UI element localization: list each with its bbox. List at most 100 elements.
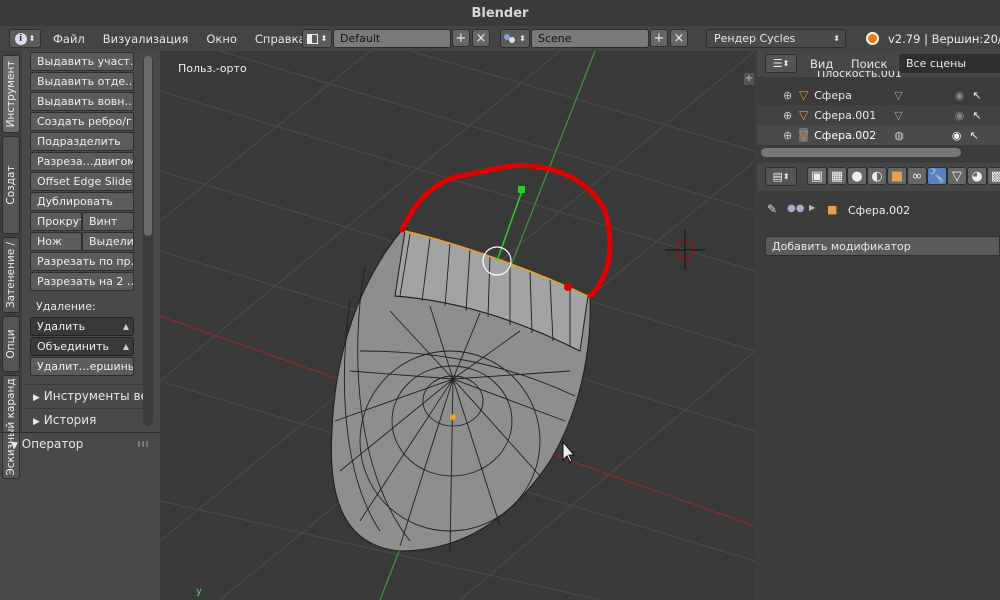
menu-window[interactable]: Окно (197, 32, 246, 46)
remove-layout-icon[interactable]: × (472, 29, 490, 47)
breadcrumb-arrow-icon: ▶ (809, 203, 816, 212)
render-tab-icon[interactable]: ▣ (807, 167, 827, 185)
drag-handle-icon[interactable] (138, 441, 150, 447)
menu-render[interactable]: Визуализация (94, 32, 198, 46)
scene-browse-button[interactable]: ⬍ (500, 29, 530, 48)
data-tab-icon[interactable]: ▽ (947, 167, 967, 185)
y-transform-axis[interactable] (496, 190, 523, 262)
blender-logo-icon (866, 32, 879, 45)
scene-name-field[interactable]: Scene (531, 29, 649, 48)
mesh-object-icon: ▽ (799, 108, 809, 122)
menu-file[interactable]: Файл (44, 32, 94, 46)
extrude-individual-button[interactable]: Выдавить отде… (30, 72, 134, 91)
expand-icon[interactable]: ⊕ (783, 109, 795, 122)
updown-icon: ⬍ (519, 34, 526, 43)
texture-tab-icon[interactable]: ▩ (987, 167, 1000, 185)
layout-browse-button[interactable]: ⬍ (302, 29, 332, 48)
tab-options[interactable]: Опци (2, 316, 20, 372)
outliner: ☰ ⬍ Вид Поиск Все сцены Плоскость.001 ⊕ ▽… (757, 51, 1000, 161)
version-info: v2.79 | Вершин:20/23 (888, 32, 1000, 46)
make-edge-face-button[interactable]: Создать ребро/г… (30, 112, 134, 131)
inset-faces-button[interactable]: Выдавить вовн… (30, 92, 134, 111)
panel-operator[interactable]: ▼ Оператор (11, 437, 83, 451)
offset-edge-slide-button[interactable]: Offset Edge Slide (30, 172, 134, 191)
outliner-menu-search[interactable]: Поиск (842, 57, 896, 71)
triangle-right-icon: ▶ (33, 417, 40, 427)
properties-icon: ▤ (772, 170, 783, 183)
outliner-row-active[interactable]: ⊕ ▽ Сфера.002 ◍ ◉ ↖ (757, 125, 1000, 145)
outliner-hscrollbar[interactable] (761, 148, 961, 157)
mesh-data-icon: ◍ (894, 128, 904, 142)
editor-type-button[interactable]: i ⬍ (9, 29, 41, 48)
updown-icon: ▲ (122, 322, 129, 331)
3d-cursor-icon[interactable] (665, 230, 705, 270)
material-tab-icon[interactable]: ◕ (967, 167, 987, 185)
constraints-tab-icon[interactable]: ∞ (907, 167, 927, 185)
bisect-button[interactable]: Разрезать по пр… (30, 252, 134, 271)
world-tab-icon[interactable]: ◐ (867, 167, 887, 185)
knife-button[interactable]: Нож (30, 232, 82, 251)
outliner-row[interactable]: Плоскость.001 (757, 71, 1000, 83)
tab-grease-pencil[interactable]: Эскизный каранд (2, 375, 20, 479)
delete-select[interactable]: Удалить ▲ (30, 317, 134, 336)
viewport-canvas[interactable] (160, 51, 755, 600)
axis-y-label: y (196, 586, 202, 597)
divider (24, 408, 142, 409)
outliner-icon: ☰ (772, 57, 783, 70)
y-transform-handle[interactable] (518, 186, 525, 193)
scrollbar-thumb[interactable] (144, 56, 152, 236)
tab-shading[interactable]: Затенение / (2, 237, 20, 313)
tool-shelf-scrollbar[interactable] (143, 56, 153, 426)
expand-icon[interactable]: ⊕ (783, 89, 795, 102)
outliner-item-label: Сфера (814, 88, 852, 102)
active-vertex[interactable] (564, 283, 572, 291)
screw-button[interactable]: Винт (82, 212, 134, 231)
scene-tab-icon[interactable]: ● (847, 167, 867, 185)
tab-tools[interactable]: Инструмент (2, 55, 20, 133)
divider (0, 432, 160, 433)
split-button[interactable]: Разрезать на 2 … (30, 272, 134, 291)
expand-icon[interactable]: ⊕ (783, 129, 795, 142)
tab-create[interactable]: Создат (2, 136, 20, 234)
visibility-icon[interactable]: ◉ (952, 129, 962, 142)
outliner-row[interactable]: ⊕ ▽ Сфера ▽ ◉ ↖ (757, 85, 1000, 105)
visibility-icon[interactable]: ◉ (955, 89, 965, 102)
panel-mesh-tools[interactable]: ▶ Инструменты ве (33, 389, 148, 403)
selectable-icon[interactable]: ↖ (969, 129, 978, 142)
duplicate-button[interactable]: Дублировать (30, 192, 134, 211)
layout-name-field[interactable]: Default (333, 29, 451, 48)
pin-icon[interactable]: ✎ (767, 202, 777, 216)
screen-layout-icon (306, 33, 318, 44)
outliner-row[interactable]: ⊕ ▽ Сфера.001 ▽ ◉ ↖ (757, 105, 1000, 125)
add-layout-icon[interactable]: + (452, 29, 470, 47)
render-layers-tab-icon[interactable]: ▦ (827, 167, 847, 185)
properties-editor: ▤ ⬍ ▣ ▦ ● ◐ ■ ∞ 🔧 ▽ ◕ ▩ ✎ ●● ▶ ■ Сфера.00… (757, 163, 1000, 600)
window-title: Blender (471, 5, 529, 21)
outliner-menu-view[interactable]: Вид (801, 57, 842, 71)
merge-select[interactable]: Объединить ▲ (30, 337, 134, 356)
loop-cut-slide-button[interactable]: Разреза…двигом (30, 152, 134, 171)
properties-editor-type-button[interactable]: ▤ ⬍ (765, 167, 797, 186)
dissolve-vertices-button[interactable]: Удалит…ершины (30, 357, 134, 376)
select-button[interactable]: Выдели (82, 232, 134, 251)
spin-button[interactable]: Прокрут (30, 212, 82, 231)
add-scene-icon[interactable]: + (650, 29, 668, 47)
mesh-object[interactable] (330, 229, 591, 552)
selectable-icon[interactable]: ↖ (972, 109, 981, 122)
modifiers-tab-icon[interactable]: 🔧 (927, 167, 947, 185)
add-modifier-button[interactable]: Добавить модификатор (765, 236, 1000, 256)
extrude-region-button[interactable]: Выдавить участ… (30, 52, 134, 71)
toggle-properties-icon[interactable]: + (744, 73, 754, 85)
object-tab-icon[interactable]: ■ (887, 167, 907, 185)
3d-viewport[interactable]: Польз.-орто y + (160, 51, 755, 600)
scene-icon (504, 33, 516, 44)
scene-icon: ●● (787, 203, 805, 214)
subdivide-button[interactable]: Подразделить (30, 132, 134, 151)
remove-scene-icon[interactable]: × (670, 29, 688, 47)
mesh-data-icon: ▽ (894, 108, 903, 122)
visibility-icon[interactable]: ◉ (955, 109, 965, 122)
selectable-icon[interactable]: ↖ (972, 89, 981, 102)
updown-icon: ⬍ (28, 34, 36, 43)
panel-history[interactable]: ▶ История (33, 413, 96, 427)
render-engine-select[interactable]: Рендер Cycles ⬍ (706, 29, 846, 48)
